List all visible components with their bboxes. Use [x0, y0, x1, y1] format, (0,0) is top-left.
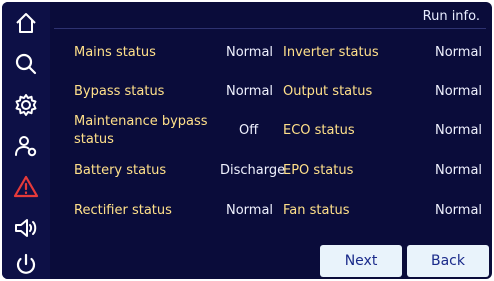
inverter-status-label: Inverter status: [283, 45, 379, 60]
page-title: Run info.: [422, 9, 480, 24]
battery-status-value: Discharge: [220, 163, 286, 178]
output-status-value: Normal: [435, 84, 483, 99]
bypass-status-label: Bypass status: [74, 84, 165, 99]
mains-status-label: Mains status: [74, 45, 156, 60]
header-divider: [54, 28, 486, 29]
maintenance-bypass-status-value: Off: [239, 123, 259, 138]
search-icon[interactable]: [11, 49, 41, 79]
rectifier-status-label: Rectifier status: [74, 203, 172, 218]
power-icon[interactable]: [11, 250, 41, 279]
alarm-icon[interactable]: [11, 172, 41, 202]
maintenance-bypass-status-label: Maintenance bypass status: [74, 114, 208, 147]
output-status-label: Output status: [283, 84, 373, 99]
eco-status-label: ECO status: [283, 123, 355, 138]
user-icon[interactable]: [11, 131, 41, 161]
inverter-status-value: Normal: [435, 45, 483, 60]
bypass-status-value: Normal: [226, 84, 274, 99]
next-button[interactable]: Next: [320, 245, 402, 277]
eco-status-value: Normal: [435, 123, 483, 138]
sidebar: [2, 2, 50, 279]
mains-status-value: Normal: [226, 45, 274, 60]
epo-status-label: EPO status: [283, 163, 354, 178]
back-button[interactable]: Back: [407, 245, 489, 277]
home-icon[interactable]: [11, 8, 41, 38]
fan-status-label: Fan status: [283, 203, 350, 218]
speaker-icon[interactable]: [11, 213, 41, 243]
epo-status-value: Normal: [435, 163, 483, 178]
battery-status-label: Battery status: [74, 163, 167, 178]
screen: Run info. Mains status Normal Bypass sta…: [2, 2, 492, 279]
settings-icon[interactable]: [11, 90, 41, 120]
rectifier-status-value: Normal: [226, 203, 274, 218]
fan-status-value: Normal: [435, 203, 483, 218]
